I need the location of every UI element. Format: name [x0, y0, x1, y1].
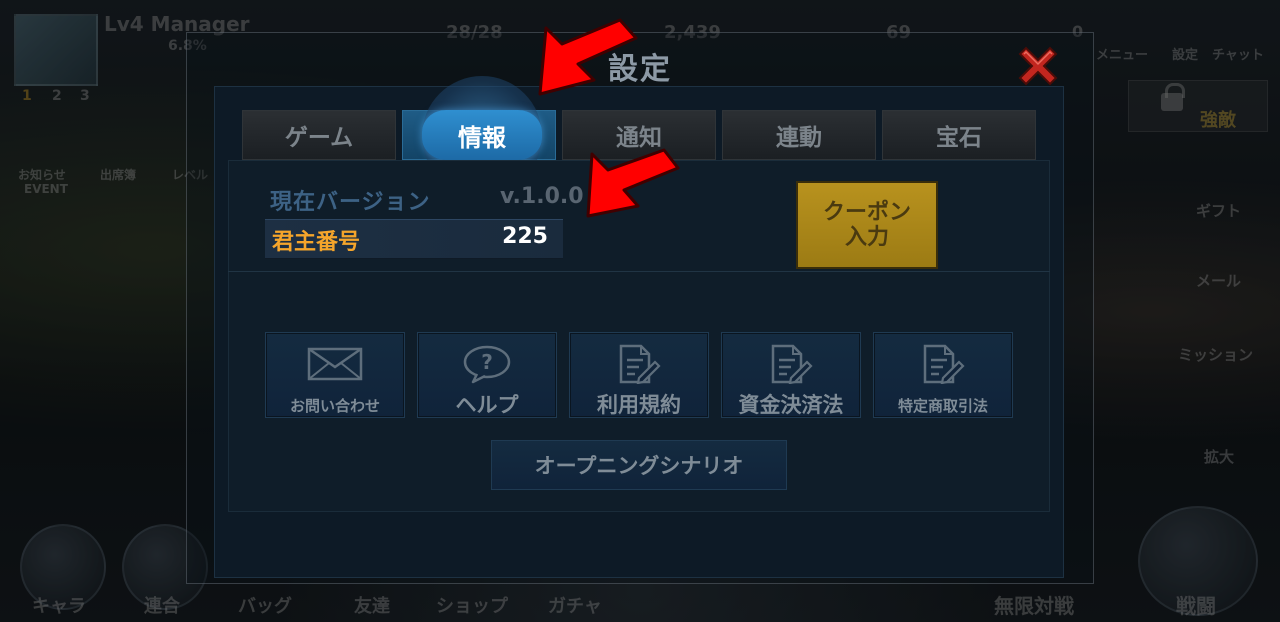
- payment-law-button[interactable]: 資金決済法: [721, 332, 861, 418]
- lord-number-value: 225: [502, 224, 548, 249]
- payment-law-label: 資金決済法: [738, 393, 844, 417]
- document-edit-icon: [921, 344, 965, 384]
- close-button[interactable]: [1012, 40, 1064, 92]
- document-edit-icon: [617, 344, 661, 384]
- tab-gem[interactable]: 宝石: [882, 110, 1036, 160]
- version-label: 現在バージョン: [270, 190, 431, 215]
- close-icon: [1018, 46, 1058, 86]
- coupon-input-button[interactable]: クーポン 入力: [796, 181, 938, 269]
- help-label: ヘルプ: [455, 393, 519, 417]
- tab-game[interactable]: ゲーム: [242, 110, 396, 160]
- envelope-icon: [307, 345, 363, 383]
- commerce-law-label: 特定商取引法: [897, 397, 988, 415]
- terms-button[interactable]: 利用規約: [569, 332, 709, 418]
- settings-tabs: ゲーム 通知 連動 宝石: [242, 110, 1038, 160]
- commerce-law-button[interactable]: 特定商取引法: [873, 332, 1013, 418]
- tab-link[interactable]: 連動: [722, 110, 876, 160]
- tab-info-label[interactable]: 情報: [422, 110, 542, 160]
- terms-label: 利用規約: [597, 393, 681, 417]
- version-value: v.1.0.0: [500, 184, 584, 209]
- lord-number-label: 君主番号: [272, 230, 361, 255]
- help-button[interactable]: ? ヘルプ: [417, 332, 557, 418]
- tab-notification[interactable]: 通知: [562, 110, 716, 160]
- contact-label: お問い合わせ: [289, 397, 380, 415]
- question-bubble-icon: ?: [461, 345, 513, 384]
- document-edit-icon: [769, 344, 813, 384]
- opening-scenario-button[interactable]: オープニングシナリオ: [491, 440, 787, 490]
- contact-button[interactable]: お問い合わせ: [265, 332, 405, 418]
- svg-text:?: ?: [481, 350, 493, 374]
- dialog-title: 設定: [608, 52, 672, 87]
